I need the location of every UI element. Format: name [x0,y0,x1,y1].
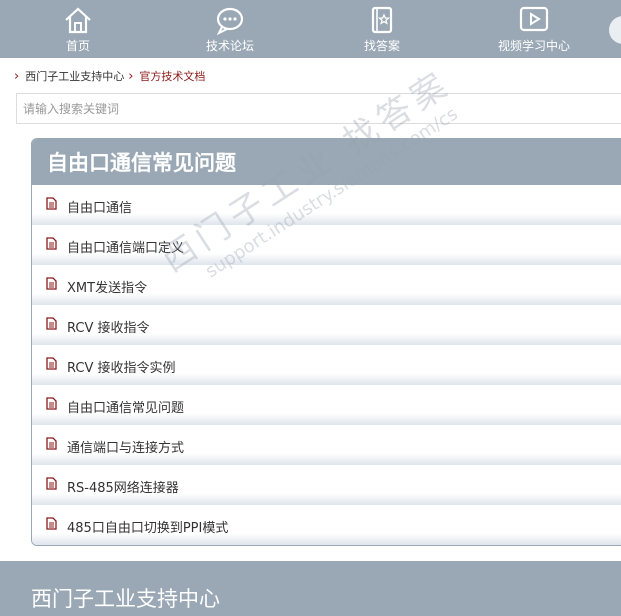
faq-item-label: RCV 接收指令 [67,321,150,336]
faq-item[interactable]: 自由口通信常见问题 [32,385,621,425]
nav-label-video: 视频学习中心 [497,39,570,53]
faq-item-label: RCV 接收指令实例 [67,361,176,376]
top-navigation: 首页 技术论坛 找答案 视频学习中心 [0,0,621,58]
home-icon [65,7,91,34]
faq-item-label: 自由口通信 [67,201,133,216]
nav-item-home[interactable]: 首页 [56,0,100,58]
footer: 西门子工业支持中心 [0,561,621,616]
search-input[interactable]: 请输入搜索关键词 [16,93,621,124]
faq-item-label: 自由口通信端口定义 [67,241,185,256]
faq-item[interactable]: RCV 接收指令 [32,305,621,345]
document-icon [46,477,57,490]
faq-item[interactable]: 通信端口与连接方式 [32,425,621,465]
video-icon [519,6,549,32]
document-icon [46,317,57,330]
nav-item-forum[interactable]: 技术论坛 [200,0,260,58]
nav-item-video[interactable]: 视频学习中心 [494,0,574,58]
document-icon [46,437,57,450]
panel-title: 自由口通信常见问题 [32,139,621,185]
document-icon [46,357,57,370]
nav-label-forum: 技术论坛 [205,39,254,53]
breadcrumb: › 西门子工业支持中心 › 官方技术文档 [14,68,205,84]
chevron-right-icon: › [128,68,134,84]
faq-panel: 自由口通信常见问题 自由口通信 自由口通信端口定义 XMT发送指令 RCV 接收… [31,138,621,546]
faq-item-label: 自由口通信常见问题 [67,401,185,416]
faq-item-label: 通信端口与连接方式 [67,441,185,456]
faq-item-label: RS-485网络连接器 [67,481,179,496]
faq-item[interactable]: 自由口通信端口定义 [32,225,621,265]
nav-item-answers[interactable]: 找答案 [358,0,406,58]
faq-item[interactable]: 485口自由口切换到PPI模式 [32,505,621,545]
user-avatar-button[interactable] [609,16,621,44]
breadcrumb-current-link[interactable]: 官方技术文档 [139,68,205,84]
book-icon [371,6,393,34]
document-icon [46,197,57,210]
faq-item[interactable]: RCV 接收指令实例 [32,345,621,385]
document-icon [46,277,57,290]
nav-label-home: 首页 [65,39,90,53]
document-icon [46,517,57,530]
faq-item[interactable]: 自由口通信 [32,185,621,225]
footer-title: 西门子工业支持中心 [31,587,220,611]
faq-item-label: 485口自由口切换到PPI模式 [67,521,229,536]
faq-item-label: XMT发送指令 [67,281,148,296]
chevron-right-icon: › [14,68,20,84]
faq-list: 自由口通信 自由口通信端口定义 XMT发送指令 RCV 接收指令 RCV 接收指… [32,185,621,545]
chat-icon [216,7,244,35]
breadcrumb-home-link[interactable]: 西门子工业支持中心 [25,68,124,84]
faq-item[interactable]: RS-485网络连接器 [32,465,621,505]
faq-item[interactable]: XMT发送指令 [32,265,621,305]
document-icon [46,237,57,250]
document-icon [46,397,57,410]
nav-label-answers: 找答案 [363,39,400,53]
